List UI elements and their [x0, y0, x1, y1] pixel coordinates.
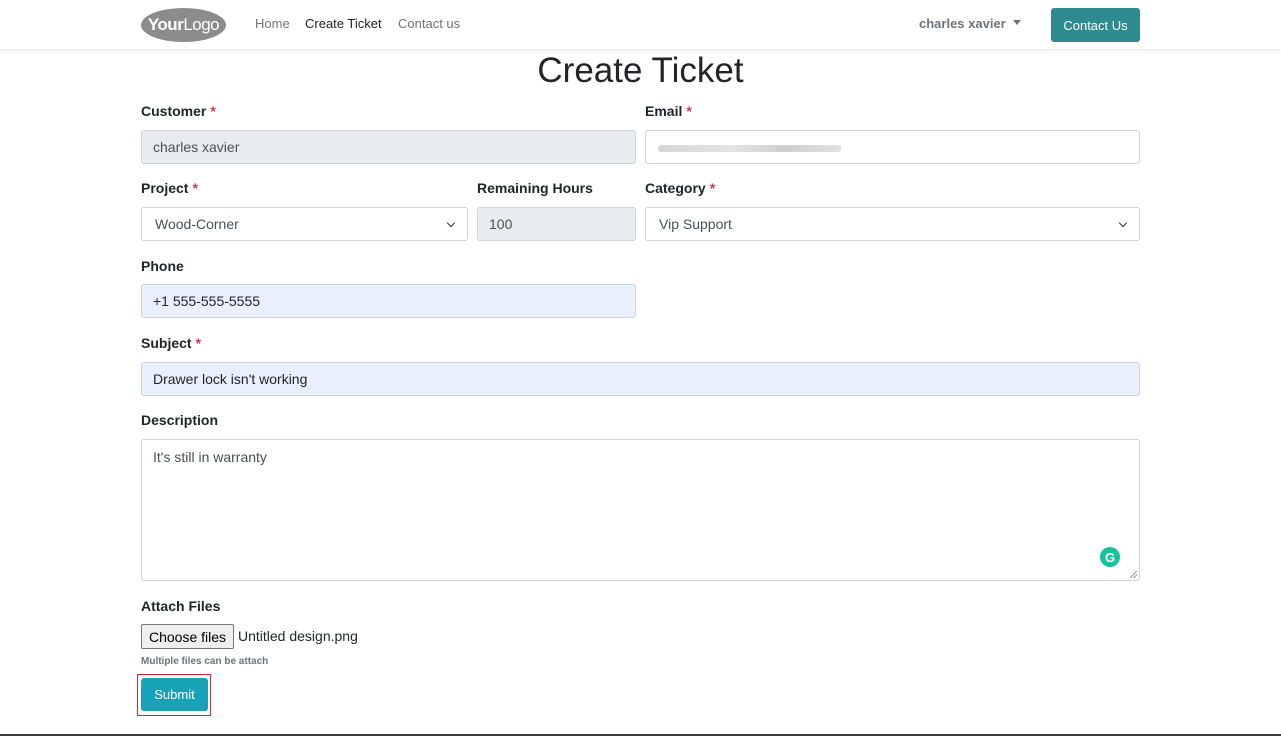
remaining-hours-field: 100	[477, 207, 636, 241]
required-marker: *	[192, 180, 198, 196]
category-label: Category *	[645, 180, 715, 196]
remaining-hours-value: 100	[489, 216, 513, 232]
user-name: charles xavier	[919, 16, 1006, 31]
customer-value: charles xavier	[153, 139, 240, 155]
submit-button[interactable]: Submit	[141, 678, 208, 711]
subject-label-text: Subject	[141, 335, 192, 351]
nav-create-ticket[interactable]: Create Ticket	[305, 16, 382, 31]
resize-handle[interactable]	[1130, 571, 1137, 578]
nav-home[interactable]: Home	[255, 16, 290, 31]
required-marker: *	[709, 180, 716, 196]
required-marker: *	[195, 335, 202, 351]
phone-value: +1 555-555-5555	[153, 293, 261, 309]
customer-field[interactable]: charles xavier	[141, 130, 636, 164]
redacted-email-blur	[658, 145, 841, 152]
project-label-text: Project	[141, 180, 189, 196]
category-label-text: Category	[645, 180, 706, 196]
chevron-down-icon	[447, 220, 456, 229]
chevron-down-icon	[1119, 220, 1128, 229]
page-title: Create Ticket	[537, 51, 744, 90]
customer-label-text: Customer	[141, 103, 207, 119]
subject-field[interactable]: Drawer lock isn't working	[141, 362, 1140, 396]
logo[interactable]: Your Logo	[141, 8, 226, 42]
project-select[interactable]: Wood-Corner	[141, 207, 468, 241]
required-marker: *	[210, 103, 216, 119]
project-value: Wood-Corner	[155, 216, 239, 232]
phone-label: Phone	[141, 258, 184, 274]
project-label: Project *	[141, 180, 198, 196]
email-label-text: Email	[645, 103, 683, 119]
remaining-hours-label: Remaining Hours	[477, 180, 593, 196]
grammarly-icon[interactable]: G	[1100, 547, 1120, 567]
description-value: It's still in warranty	[153, 449, 267, 465]
choose-files-button[interactable]: Choose files	[141, 624, 234, 649]
nav-contact-us[interactable]: Contact us	[398, 16, 460, 31]
contact-us-button[interactable]: Contact Us	[1051, 8, 1140, 42]
attach-files-label: Attach Files	[141, 598, 221, 614]
subject-value: Drawer lock isn't working	[153, 371, 308, 387]
subject-label: Subject *	[141, 335, 201, 351]
email-field[interactable]	[645, 130, 1140, 164]
description-textarea[interactable]: It's still in warranty G	[141, 439, 1140, 581]
category-value: Vip Support	[659, 216, 732, 232]
selected-file-name: Untitled design.png	[238, 628, 358, 644]
phone-field[interactable]: +1 555-555-5555	[141, 284, 636, 318]
required-marker: *	[686, 103, 692, 119]
category-select[interactable]: Vip Support	[645, 207, 1140, 241]
email-label: Email *	[645, 103, 692, 119]
customer-label: Customer *	[141, 103, 216, 119]
logo-text-bold: Your	[147, 15, 184, 34]
description-label: Description	[141, 412, 219, 428]
navbar: Your Logo Home Create Ticket Contact us c…	[0, 0, 1281, 49]
user-menu[interactable]: charles xavier	[919, 16, 1021, 31]
caret-down-icon	[1012, 20, 1021, 25]
attach-help-text: Multiple files can be attach	[141, 656, 269, 667]
logo-text-light: Logo	[183, 15, 220, 34]
